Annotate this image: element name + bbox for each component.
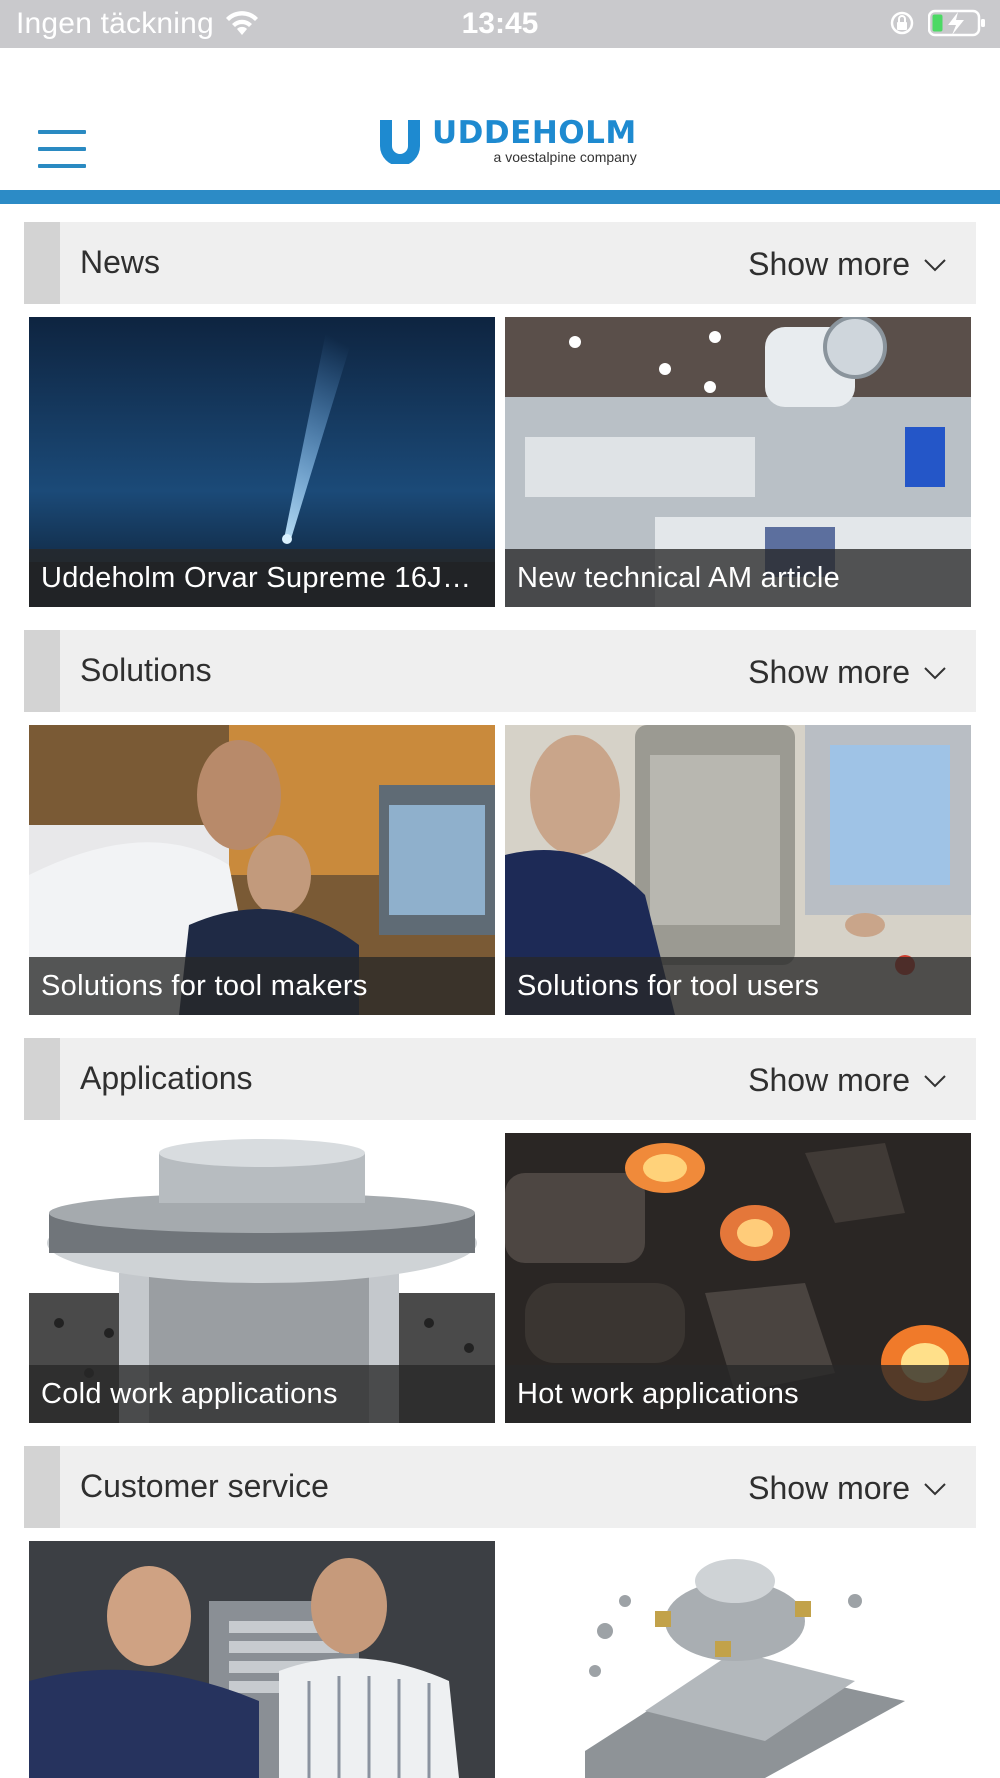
section-title: Applications: [80, 1060, 253, 1096]
chevron-down-icon: [924, 1482, 946, 1495]
header-divider: [0, 190, 1000, 204]
status-time: 13:45: [461, 7, 539, 40]
show-more-button[interactable]: Show more: [748, 1062, 946, 1099]
orientation-lock-icon: [890, 11, 914, 35]
solutions-card[interactable]: Solutions for tool users: [505, 725, 971, 1015]
chevron-down-icon: [924, 666, 946, 679]
section-accent: [24, 1446, 60, 1528]
hamburger-menu-icon[interactable]: [38, 130, 88, 170]
card-caption: Hot work applications: [517, 1378, 799, 1410]
section-header-news: News Show more: [24, 222, 976, 304]
section-header-applications: Applications Show more: [24, 1038, 976, 1120]
section-title: News: [80, 244, 161, 280]
milled-steel-block-image: [505, 1541, 971, 1778]
show-more-button[interactable]: Show more: [748, 654, 946, 691]
chevron-down-icon: [924, 1074, 946, 1087]
show-more-button[interactable]: Show more: [748, 1470, 946, 1507]
applications-card[interactable]: Hot work applications: [505, 1133, 971, 1423]
two-men-discussing-image: [29, 1541, 495, 1778]
news-card[interactable]: Uddeholm Orvar Supreme 16J…: [29, 317, 495, 607]
customer-service-card[interactable]: [505, 1541, 971, 1778]
section-header-customer-service: Customer service Show more: [24, 1446, 976, 1528]
card-caption: New technical AM article: [517, 562, 841, 594]
card-caption: Solutions for tool users: [517, 970, 820, 1002]
card-caption: Solutions for tool makers: [41, 970, 368, 1002]
brand-tagline: a voestalpine company: [493, 149, 637, 165]
uddeholm-logo-icon: [380, 116, 420, 164]
customer-service-card[interactable]: [29, 1541, 495, 1778]
section-accent: [24, 1038, 60, 1120]
section-header-solutions: Solutions Show more: [24, 630, 976, 712]
section-accent: [24, 630, 60, 712]
show-more-label: Show more: [748, 1470, 910, 1506]
status-icons: [888, 9, 986, 37]
applications-card[interactable]: Cold work applications: [29, 1133, 495, 1423]
show-more-label: Show more: [748, 246, 910, 282]
brand-name: UDDEHOLM: [432, 115, 637, 151]
section-title: Solutions: [80, 652, 212, 688]
show-more-label: Show more: [748, 654, 910, 690]
news-card[interactable]: New technical AM article: [505, 317, 971, 607]
card-caption: Uddeholm Orvar Supreme 16J…: [41, 562, 472, 594]
status-bar: Ingen täckning 13:45: [0, 0, 1000, 48]
battery-charging-icon: [928, 9, 985, 37]
brand-logo: UDDEHOLM a voestalpine company: [378, 116, 637, 176]
card-caption: Cold work applications: [41, 1378, 338, 1410]
chevron-down-icon: [924, 258, 946, 271]
section-title: Customer service: [80, 1468, 329, 1504]
section-accent: [24, 222, 60, 304]
show-more-label: Show more: [748, 1062, 910, 1098]
solutions-card[interactable]: Solutions for tool makers: [29, 725, 495, 1015]
show-more-button[interactable]: Show more: [748, 246, 946, 283]
